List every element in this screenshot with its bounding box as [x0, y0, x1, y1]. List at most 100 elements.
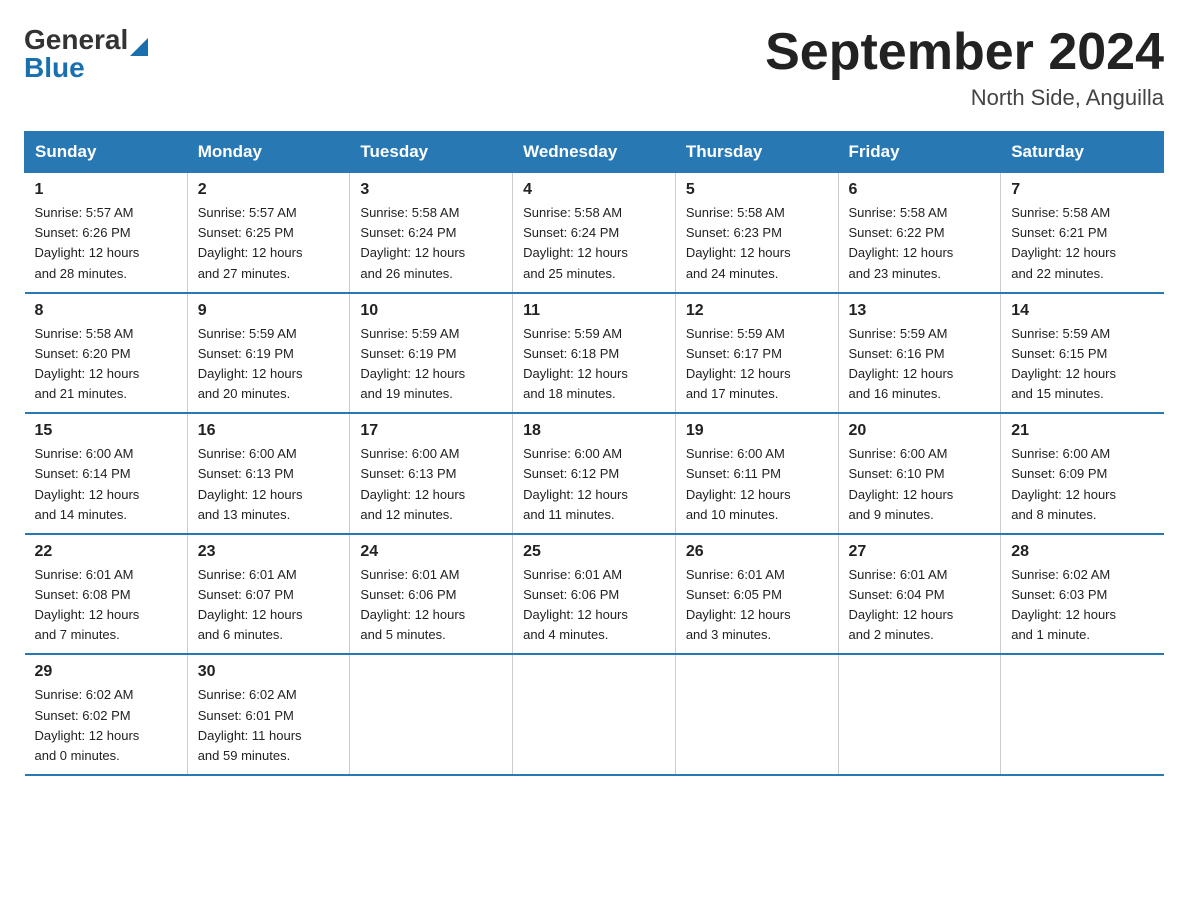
calendar-cell: 15 Sunrise: 6:00 AMSunset: 6:14 PMDaylig… [25, 413, 188, 534]
calendar-cell: 20 Sunrise: 6:00 AMSunset: 6:10 PMDaylig… [838, 413, 1001, 534]
calendar-cell: 5 Sunrise: 5:58 AMSunset: 6:23 PMDayligh… [675, 173, 838, 293]
header-wednesday: Wednesday [513, 132, 676, 173]
calendar-cell: 9 Sunrise: 5:59 AMSunset: 6:19 PMDayligh… [187, 293, 350, 414]
day-number: 3 [360, 181, 502, 199]
day-info: Sunrise: 6:02 AMSunset: 6:01 PMDaylight:… [198, 687, 302, 762]
calendar-cell: 11 Sunrise: 5:59 AMSunset: 6:18 PMDaylig… [513, 293, 676, 414]
day-info: Sunrise: 6:00 AMSunset: 6:13 PMDaylight:… [360, 446, 465, 521]
day-number: 15 [35, 422, 177, 440]
day-number: 24 [360, 543, 502, 561]
page-header: General Blue September 2024 North Side, … [24, 24, 1164, 111]
day-number: 16 [198, 422, 340, 440]
day-info: Sunrise: 6:00 AMSunset: 6:12 PMDaylight:… [523, 446, 628, 521]
week-row-5: 29 Sunrise: 6:02 AMSunset: 6:02 PMDaylig… [25, 654, 1164, 775]
logo-blue: Blue [24, 52, 148, 84]
calendar-cell: 14 Sunrise: 5:59 AMSunset: 6:15 PMDaylig… [1001, 293, 1164, 414]
weekday-header-row: Sunday Monday Tuesday Wednesday Thursday… [25, 132, 1164, 173]
day-number: 10 [360, 302, 502, 320]
calendar-cell: 12 Sunrise: 5:59 AMSunset: 6:17 PMDaylig… [675, 293, 838, 414]
calendar-cell: 22 Sunrise: 6:01 AMSunset: 6:08 PMDaylig… [25, 534, 188, 655]
calendar-cell: 24 Sunrise: 6:01 AMSunset: 6:06 PMDaylig… [350, 534, 513, 655]
header-saturday: Saturday [1001, 132, 1164, 173]
day-number: 21 [1011, 422, 1153, 440]
calendar-cell: 26 Sunrise: 6:01 AMSunset: 6:05 PMDaylig… [675, 534, 838, 655]
day-info: Sunrise: 6:01 AMSunset: 6:05 PMDaylight:… [686, 567, 791, 642]
day-info: Sunrise: 6:02 AMSunset: 6:02 PMDaylight:… [35, 687, 140, 762]
calendar-cell: 2 Sunrise: 5:57 AMSunset: 6:25 PMDayligh… [187, 173, 350, 293]
calendar-cell: 6 Sunrise: 5:58 AMSunset: 6:22 PMDayligh… [838, 173, 1001, 293]
calendar-cell [675, 654, 838, 775]
day-number: 6 [849, 181, 991, 199]
calendar-cell: 7 Sunrise: 5:58 AMSunset: 6:21 PMDayligh… [1001, 173, 1164, 293]
day-info: Sunrise: 6:00 AMSunset: 6:14 PMDaylight:… [35, 446, 140, 521]
day-info: Sunrise: 5:58 AMSunset: 6:24 PMDaylight:… [523, 205, 628, 280]
week-row-2: 8 Sunrise: 5:58 AMSunset: 6:20 PMDayligh… [25, 293, 1164, 414]
header-thursday: Thursday [675, 132, 838, 173]
calendar-cell: 25 Sunrise: 6:01 AMSunset: 6:06 PMDaylig… [513, 534, 676, 655]
day-number: 4 [523, 181, 665, 199]
day-number: 2 [198, 181, 340, 199]
header-friday: Friday [838, 132, 1001, 173]
day-number: 26 [686, 543, 828, 561]
calendar-cell: 17 Sunrise: 6:00 AMSunset: 6:13 PMDaylig… [350, 413, 513, 534]
day-number: 12 [686, 302, 828, 320]
calendar-cell: 13 Sunrise: 5:59 AMSunset: 6:16 PMDaylig… [838, 293, 1001, 414]
day-info: Sunrise: 6:00 AMSunset: 6:09 PMDaylight:… [1011, 446, 1116, 521]
day-number: 29 [35, 663, 177, 681]
day-info: Sunrise: 5:59 AMSunset: 6:17 PMDaylight:… [686, 326, 791, 401]
day-number: 27 [849, 543, 991, 561]
calendar-cell: 16 Sunrise: 6:00 AMSunset: 6:13 PMDaylig… [187, 413, 350, 534]
day-info: Sunrise: 5:58 AMSunset: 6:20 PMDaylight:… [35, 326, 140, 401]
day-info: Sunrise: 6:00 AMSunset: 6:13 PMDaylight:… [198, 446, 303, 521]
day-number: 13 [849, 302, 991, 320]
day-number: 19 [686, 422, 828, 440]
week-row-3: 15 Sunrise: 6:00 AMSunset: 6:14 PMDaylig… [25, 413, 1164, 534]
calendar-cell: 28 Sunrise: 6:02 AMSunset: 6:03 PMDaylig… [1001, 534, 1164, 655]
calendar-cell: 4 Sunrise: 5:58 AMSunset: 6:24 PMDayligh… [513, 173, 676, 293]
header-sunday: Sunday [25, 132, 188, 173]
day-info: Sunrise: 5:59 AMSunset: 6:19 PMDaylight:… [198, 326, 303, 401]
header-tuesday: Tuesday [350, 132, 513, 173]
day-number: 30 [198, 663, 340, 681]
logo: General Blue [24, 24, 148, 84]
day-info: Sunrise: 6:02 AMSunset: 6:03 PMDaylight:… [1011, 567, 1116, 642]
day-info: Sunrise: 6:01 AMSunset: 6:08 PMDaylight:… [35, 567, 140, 642]
day-number: 20 [849, 422, 991, 440]
day-info: Sunrise: 5:59 AMSunset: 6:18 PMDaylight:… [523, 326, 628, 401]
day-number: 25 [523, 543, 665, 561]
calendar-cell: 8 Sunrise: 5:58 AMSunset: 6:20 PMDayligh… [25, 293, 188, 414]
calendar-cell [838, 654, 1001, 775]
day-info: Sunrise: 6:01 AMSunset: 6:07 PMDaylight:… [198, 567, 303, 642]
day-number: 17 [360, 422, 502, 440]
calendar-cell: 27 Sunrise: 6:01 AMSunset: 6:04 PMDaylig… [838, 534, 1001, 655]
calendar-table: Sunday Monday Tuesday Wednesday Thursday… [24, 131, 1164, 776]
day-info: Sunrise: 5:58 AMSunset: 6:22 PMDaylight:… [849, 205, 954, 280]
calendar-cell: 10 Sunrise: 5:59 AMSunset: 6:19 PMDaylig… [350, 293, 513, 414]
day-info: Sunrise: 5:58 AMSunset: 6:24 PMDaylight:… [360, 205, 465, 280]
week-row-4: 22 Sunrise: 6:01 AMSunset: 6:08 PMDaylig… [25, 534, 1164, 655]
day-number: 23 [198, 543, 340, 561]
day-info: Sunrise: 5:59 AMSunset: 6:19 PMDaylight:… [360, 326, 465, 401]
day-info: Sunrise: 5:57 AMSunset: 6:26 PMDaylight:… [35, 205, 140, 280]
day-number: 22 [35, 543, 177, 561]
day-info: Sunrise: 5:57 AMSunset: 6:25 PMDaylight:… [198, 205, 303, 280]
day-number: 9 [198, 302, 340, 320]
day-number: 28 [1011, 543, 1153, 561]
day-info: Sunrise: 6:00 AMSunset: 6:10 PMDaylight:… [849, 446, 954, 521]
day-number: 8 [35, 302, 177, 320]
month-title: September 2024 [765, 24, 1164, 81]
calendar-cell: 3 Sunrise: 5:58 AMSunset: 6:24 PMDayligh… [350, 173, 513, 293]
day-info: Sunrise: 6:01 AMSunset: 6:04 PMDaylight:… [849, 567, 954, 642]
calendar-cell [1001, 654, 1164, 775]
day-info: Sunrise: 6:01 AMSunset: 6:06 PMDaylight:… [360, 567, 465, 642]
calendar-cell [513, 654, 676, 775]
week-row-1: 1 Sunrise: 5:57 AMSunset: 6:26 PMDayligh… [25, 173, 1164, 293]
day-info: Sunrise: 5:58 AMSunset: 6:23 PMDaylight:… [686, 205, 791, 280]
calendar-cell: 19 Sunrise: 6:00 AMSunset: 6:11 PMDaylig… [675, 413, 838, 534]
calendar-cell: 18 Sunrise: 6:00 AMSunset: 6:12 PMDaylig… [513, 413, 676, 534]
day-number: 11 [523, 302, 665, 320]
calendar-cell: 30 Sunrise: 6:02 AMSunset: 6:01 PMDaylig… [187, 654, 350, 775]
title-block: September 2024 North Side, Anguilla [765, 24, 1164, 111]
location-title: North Side, Anguilla [765, 85, 1164, 111]
day-info: Sunrise: 6:00 AMSunset: 6:11 PMDaylight:… [686, 446, 791, 521]
